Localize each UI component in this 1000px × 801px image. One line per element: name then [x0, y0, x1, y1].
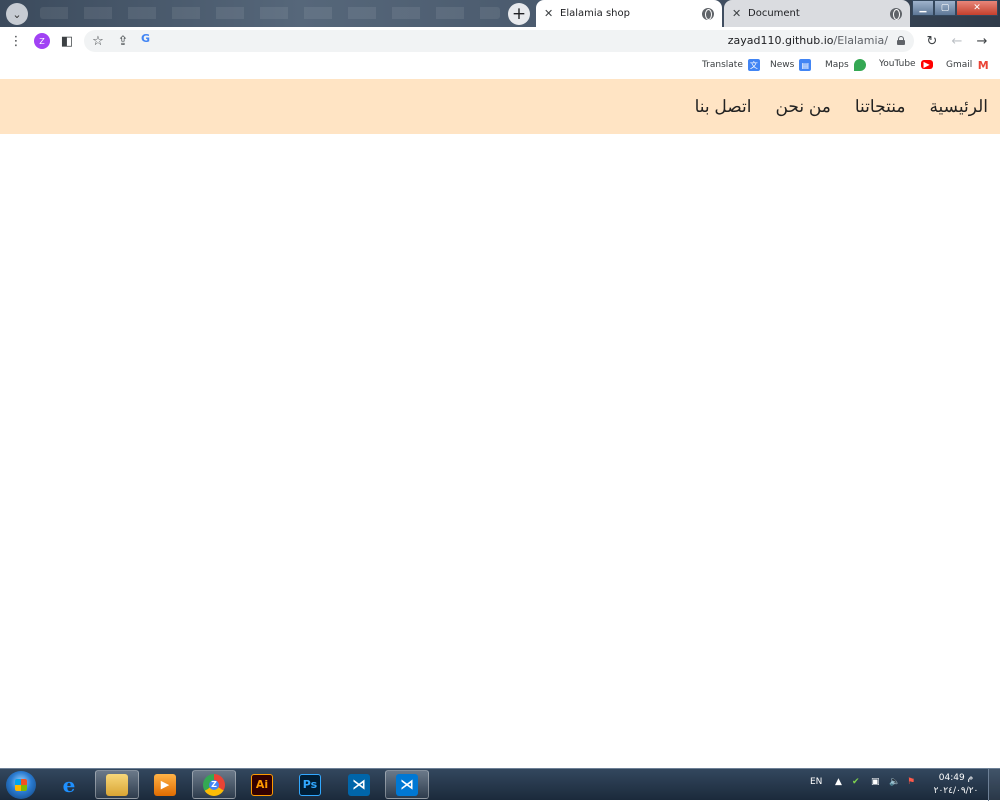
bookmark-gmail[interactable]: Gmail M	[946, 58, 989, 72]
nav-link-home[interactable]: الرئيسية	[929, 97, 988, 117]
browser-toolbar: ⋮ Z ◧ ☆ ⇪ G zayad110.github.io/Elalamia/…	[0, 27, 1000, 55]
tab-document[interactable]: ✕ Document	[724, 0, 910, 27]
taskbar-media-player[interactable]: ▶	[143, 770, 187, 799]
taskbar-vscode[interactable]: ⋊	[337, 770, 381, 799]
system-clock[interactable]: 04:49 م ٢٠٢٤/٠٩/٢٠	[930, 772, 982, 798]
chevron-down-icon: ⌄	[12, 7, 22, 21]
window-controls: ▁ ▢ ✕	[912, 0, 1000, 18]
close-icon: ✕	[973, 3, 981, 13]
show-desktop-button[interactable]	[988, 769, 1000, 801]
vscode-icon: ⋊	[396, 773, 418, 796]
news-icon: ▤	[799, 59, 812, 71]
plus-icon: +	[511, 3, 527, 24]
nav-link-products[interactable]: منتجاتنا	[855, 97, 906, 117]
show-hidden-icons-icon[interactable]: ▲	[835, 777, 842, 787]
minimize-icon: ▁	[919, 3, 927, 13]
close-tab-icon[interactable]: ✕	[732, 7, 742, 20]
bookmark-label: Translate	[702, 60, 743, 70]
bookmark-youtube[interactable]: YouTube ▶	[879, 59, 933, 69]
bookmark-label: YouTube	[879, 59, 916, 69]
bookmark-news[interactable]: News ▤	[770, 59, 812, 71]
url-path: /Elalamia/	[833, 34, 888, 47]
tab-strip: ⌄ + ✕ Elalamia shop ✕ Document ▁ ▢ ✕	[0, 0, 1000, 27]
tab-title: Elalamia shop	[560, 8, 630, 19]
start-button[interactable]	[6, 771, 36, 799]
media-player-icon: ▶	[154, 773, 176, 796]
gmail-icon: M	[977, 58, 989, 72]
minimize-button[interactable]: ▁	[912, 0, 934, 16]
network-icon[interactable]: ▣	[871, 777, 880, 787]
bookmark-label: Maps	[825, 60, 849, 70]
youtube-icon: ▶	[920, 59, 933, 69]
share-icon[interactable]: ⇪	[115, 33, 131, 49]
taskbar-internet-explorer[interactable]: e	[47, 770, 91, 799]
maps-icon	[853, 59, 866, 71]
tab-search-button[interactable]: ⌄	[6, 3, 28, 25]
reload-icon[interactable]: ↻	[924, 33, 940, 49]
forward-arrow-icon[interactable]: →	[974, 33, 990, 49]
bookmarks-bar: Translate 文 News ▤ Maps YouTube ▶ Gmail …	[0, 55, 1000, 79]
restore-button[interactable]: ▢	[934, 0, 956, 16]
vscode-icon: ⋊	[348, 773, 370, 796]
clock-time: 04:49 م	[938, 773, 974, 783]
url-host: zayad110.github.io	[727, 34, 834, 47]
site-navbar: الرئيسية منتجاتنا من نحن اتصل بنا	[0, 79, 1000, 134]
translate-icon: 文	[747, 59, 760, 71]
bookmark-maps[interactable]: Maps	[825, 59, 866, 71]
nav-link-about[interactable]: من نحن	[775, 97, 830, 117]
web-page: الرئيسية منتجاتنا من نحن اتصل بنا	[0, 79, 1000, 768]
globe-icon	[890, 7, 902, 20]
nav-link-contact[interactable]: اتصل بنا	[695, 97, 752, 117]
blurred-window-title	[40, 7, 500, 19]
globe-icon	[702, 7, 714, 20]
windows-taskbar: e ▶ Z Ai Ps ⋊ ⋊ EN ▲ ✔ ▣ 🔈 ⚑ 04:49 م ٢٠٢…	[0, 768, 1000, 801]
action-center-icon[interactable]: ✔	[852, 777, 860, 787]
google-icon: G	[141, 32, 151, 45]
back-arrow-icon[interactable]: ←	[949, 33, 965, 49]
taskbar-chrome[interactable]: Z	[192, 770, 236, 799]
flag-alert-icon[interactable]: ⚑	[907, 777, 915, 787]
bookmark-label: News	[770, 60, 795, 70]
clock-date: ٢٠٢٤/٠٩/٢٠	[933, 786, 979, 796]
folder-icon	[106, 773, 128, 796]
taskbar-illustrator[interactable]: Ai	[240, 770, 284, 799]
tab-elalamia-shop[interactable]: ✕ Elalamia shop	[536, 0, 722, 27]
taskbar-file-explorer[interactable]	[95, 770, 139, 799]
url-text[interactable]: zayad110.github.io/Elalamia/	[728, 34, 888, 47]
taskbar-photoshop[interactable]: Ps	[288, 770, 332, 799]
illustrator-icon: Ai	[251, 773, 273, 796]
side-panel-icon[interactable]: ◧	[59, 33, 75, 49]
volume-icon[interactable]: 🔈	[889, 777, 900, 787]
menu-kebab-icon[interactable]: ⋮	[8, 33, 24, 49]
chrome-profile-badge: Z	[209, 779, 219, 790]
tab-title: Document	[748, 8, 800, 19]
restore-icon: ▢	[940, 3, 950, 13]
new-tab-button[interactable]: +	[508, 3, 530, 25]
bookmark-translate[interactable]: Translate 文	[702, 59, 760, 71]
bookmark-star-icon[interactable]: ☆	[90, 33, 106, 49]
bookmark-label: Gmail	[946, 60, 973, 70]
internet-explorer-icon: e	[62, 772, 76, 797]
close-window-button[interactable]: ✕	[956, 0, 998, 16]
close-tab-icon[interactable]: ✕	[544, 7, 554, 20]
profile-avatar[interactable]: Z	[34, 33, 50, 49]
taskbar-vscode-active[interactable]: ⋊	[385, 770, 429, 799]
photoshop-icon: Ps	[299, 773, 321, 796]
chrome-icon: Z	[203, 773, 225, 796]
lock-icon[interactable]	[897, 36, 905, 45]
language-indicator[interactable]: EN	[810, 777, 822, 787]
address-bar[interactable]: ☆ ⇪ G zayad110.github.io/Elalamia/	[84, 30, 914, 52]
